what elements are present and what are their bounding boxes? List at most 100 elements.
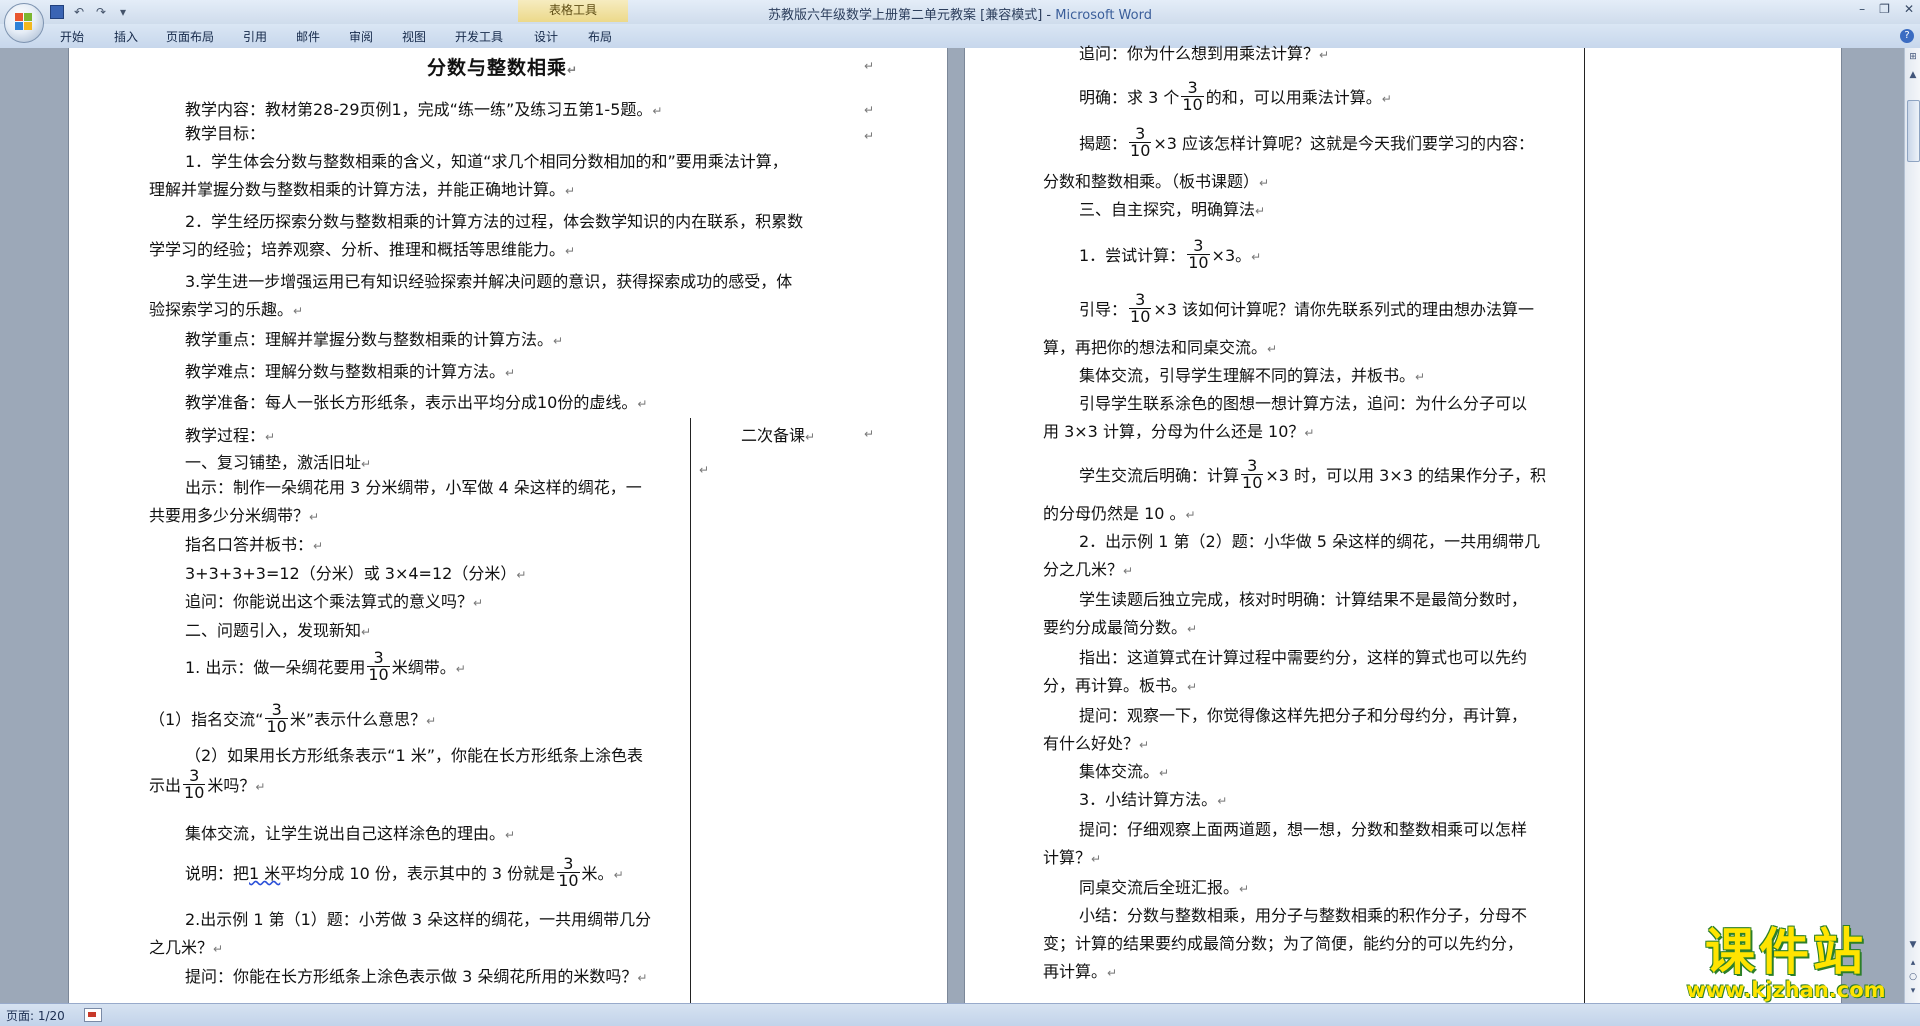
preparation-text: 教学准备：每人一张长方形纸条，表示出平均分成10份的虚线。↵ [185,393,648,412]
section-2-explain: 说明：把1 米平均分成 10 份，表示其中的 3 份就是 3 10 米。↵ [185,854,624,890]
tab-layout[interactable]: 布局 [588,28,612,45]
watermark-logo: 课件站 www.kjzhan.com [1686,923,1886,1002]
p2-point-out-line-1: 指出：这道算式在计算过程中需要约分，这样的算式也可以先约 [1079,648,1528,667]
table-column-divider [1584,48,1585,1003]
p2-guide-color-line-2: 用 3×3 计算，分母为什么还是 10？↵ [1043,422,1315,441]
section-1-formula: 3+3+3+3=12（分米）或 3×4=12（分米）↵ [185,564,527,583]
paragraph-mark: ↵ [864,129,875,143]
secondary-prep-header: 二次备课↵ [741,426,816,445]
tab-review[interactable]: 审阅 [349,28,373,45]
p2-group-exchange: 集体交流。↵ [1079,762,1170,781]
document-title: 分数与整数相乘↵ [427,57,579,79]
section-2-q1b-line-2: 示出 3 10 米吗？↵ [149,766,266,802]
p2-point-out-line-2: 分，再计算。板书。↵ [1043,676,1198,695]
section-1-title: 一、复习铺垫，激活旧址↵ [185,453,372,472]
fraction-3-10: 3 10 [1181,78,1204,114]
objective-1-line-2: 理解并掌握分数与整数相乘的计算方法，并能正确地计算。↵ [149,180,576,199]
p2-guide: 引导： 3 10 ×3 该如何计算呢？请你先联系列式的理由想办法算一 [1079,290,1535,326]
fraction-3-10: 3 10 [265,700,288,736]
vertical-scrollbar[interactable]: ⊞ ▲ ▼ ▴ ○ ▾ [1904,48,1920,1003]
scrollbar-thumb[interactable] [1907,100,1920,162]
p2-section-3-title: 三、自主探究，明确算法↵ [1079,200,1266,219]
document-page-1[interactable]: 分数与整数相乘↵ ↵ 教学内容：教材第28-29页例1，完成“练一练”及练习五第… [68,48,948,1003]
p2-observe-line-2: 有什么好处？↵ [1043,734,1150,753]
tab-references[interactable]: 引用 [243,28,267,45]
ruler-toggle-icon[interactable]: ⊞ [1906,50,1920,64]
section-2-q2-line-2: 之几米？↵ [149,938,224,957]
paragraph-mark: ↵ [864,103,875,117]
help-icon[interactable]: ? [1900,29,1914,43]
p2-clarify-calc: 学生交流后明确：计算 3 10 ×3 时，可以用 3×3 的结果作分子，积 [1079,456,1546,492]
p2-line-topic: 揭题： 3 10 ×3 应该怎样计算呢？这就是今天我们要学习的内容： [1079,124,1535,160]
p2-guide-2: 算，再把你的想法和同桌交流。↵ [1043,338,1278,357]
lesson-objective-heading: 教学目标： [185,124,266,143]
p2-summary-line-3: 再计算。↵ [1043,962,1118,981]
tab-design[interactable]: 设计 [534,28,558,45]
cell-end-mark: ↵ [699,463,710,477]
key-point-text: 教学重点：理解并掌握分数与整数相乘的计算方法。↵ [185,330,564,349]
fraction-3-10: 3 10 [1241,456,1264,492]
p2-independent-line-2: 要约分成最简分数。↵ [1043,618,1198,637]
fraction-3-10: 3 10 [183,766,206,802]
paragraph-mark: ↵ [864,59,875,73]
p2-report: 同桌交流后全班汇报。↵ [1079,878,1250,897]
section-1-show-line-1: 出示：制作一朵绸花用 3 分米绸带，小军做 4 朵这样的绸花，一 [185,478,642,497]
lesson-content-text: 教学内容：教材第28-29页例1，完成“练一练”及练习五第1-5题。↵ [185,100,663,119]
tab-mailings[interactable]: 邮件 [296,28,320,45]
fraction-3-10: 3 10 [1187,236,1210,272]
p2-guide-color-line-1: 引导学生联系涂色的图想一想计算方法，追问：为什么分子可以 [1079,394,1528,413]
p2-example-2-line-2: 分之几米？↵ [1043,560,1134,579]
page-count-indicator[interactable]: 页面: 1/20 [6,1007,65,1024]
previous-page-icon[interactable]: ▴ [1906,956,1920,970]
document-page-2[interactable]: 追问：你为什么想到用乘法计算？↵ 明确：求 3 个 3 10 的和，可以用乘法计算。↵… [964,44,1842,1003]
tab-insert[interactable]: 插入 [114,28,138,45]
objective-3-line-1: 3.学生进一步增强运用已有知识经验探索并解决问题的意识，获得探索成功的感受，体 [185,272,793,291]
difficulty-text: 教学难点：理解分数与整数相乘的计算方法。↵ [185,362,516,381]
proofing-status-icon[interactable] [84,1008,102,1022]
objective-2-line-1: 2．学生经历探索分数与整数相乘的计算方法的过程，体会数学知识的内在联系，积累数 [185,212,804,231]
tab-view[interactable]: 视图 [402,28,426,45]
close-button[interactable]: ✕ [1904,2,1914,16]
tab-home[interactable]: 开始 [60,28,84,45]
p2-clarify-calc-2: 的分母仍然是 10 。↵ [1043,504,1196,523]
section-2-q1a: （1）指名交流“ 3 10 米”表示什么意思？↵ [149,700,437,736]
p2-question-line-1: 提问：仔细观察上面两道题，想一想，分数和整数相乘可以怎样 [1079,820,1528,839]
section-2-q2-line-1: 2.出示例 1 第（1）题：小芳做 3 朵这样的绸花，一共用绸带几分 [185,910,652,929]
window-controls: – ❐ ✕ [1859,2,1914,16]
p2-observe-line-1: 提问：观察一下，你觉得像这样先把分子和分母约分，再计算， [1079,706,1528,725]
process-heading: 教学过程：↵ [185,426,276,445]
section-2-q1b-line-1: （2）如果用长方形纸条表示“1 米”，你能在长方形纸条上涂色表 [185,746,644,765]
section-1-ask: 追问：你能说出这个乘法算式的意义吗？↵ [185,592,484,611]
objective-3-line-2: 验探索学习的乐趣。↵ [149,300,304,319]
section-1-answer: 指名口答并板书：↵ [185,535,324,554]
p2-try-calc: 1．尝试计算： 3 10 ×3。↵ [1079,236,1262,272]
office-button[interactable] [4,3,44,43]
office-logo-icon [15,13,33,31]
fraction-3-10: 3 10 [557,854,580,890]
minimize-button[interactable]: – [1859,2,1865,16]
scroll-down-arrow-icon[interactable]: ▼ [1906,938,1920,952]
p2-question-line-2: 计算？↵ [1043,848,1102,867]
tab-developer[interactable]: 开发工具 [455,28,503,45]
next-page-icon[interactable]: ▾ [1906,984,1920,998]
p2-summary-line-2: 变；计算的结果要约成最简分数；为了简便，能约分的可以先约分， [1043,934,1524,953]
document-area: 分数与整数相乘↵ ↵ 教学内容：教材第28-29页例1，完成“练一练”及练习五第… [0,44,1904,1003]
section-2-title: 二、问题引入，发现新知↵ [185,621,372,640]
p2-independent-line-1: 学生读题后独立完成，核对时明确：计算结果不是最简分数时， [1079,590,1528,609]
objective-2-line-2: 学学习的经验；培养观察、分析、推理和概括等思维能力。↵ [149,240,576,259]
section-2-q1: 1. 出示：做一朵绸花要用 3 10 米绸带。↵ [185,648,466,684]
section-1-show-line-2: 共要用多少分米绸带？↵ [149,506,320,525]
scroll-up-arrow-icon[interactable]: ▲ [1906,68,1920,82]
section-2-exchange: 集体交流，让学生说出自己这样涂色的理由。↵ [185,824,516,843]
p2-summary-line-1: 小结：分数与整数相乘，用分子与整数相乘的积作分子，分母不 [1079,906,1528,925]
paragraph-mark: ↵ [864,427,875,441]
p2-summary-heading: 3．小结计算方法。↵ [1079,790,1228,809]
browse-object-icon[interactable]: ○ [1906,970,1920,984]
table-column-divider [690,418,691,1003]
p2-line-topic-2: 分数和整数相乘。（板书课题）↵ [1043,172,1270,191]
maximize-button[interactable]: ❐ [1879,2,1890,16]
fraction-3-10: 3 10 [1129,124,1152,160]
p2-line-clarify: 明确：求 3 个 3 10 的和，可以用乘法计算。↵ [1079,78,1392,114]
tab-page-layout[interactable]: 页面布局 [166,28,214,45]
objective-1-line-1: 1．学生体会分数与整数相乘的含义，知道“求几个相同分数相加的和”要用乘法计算， [185,152,788,171]
